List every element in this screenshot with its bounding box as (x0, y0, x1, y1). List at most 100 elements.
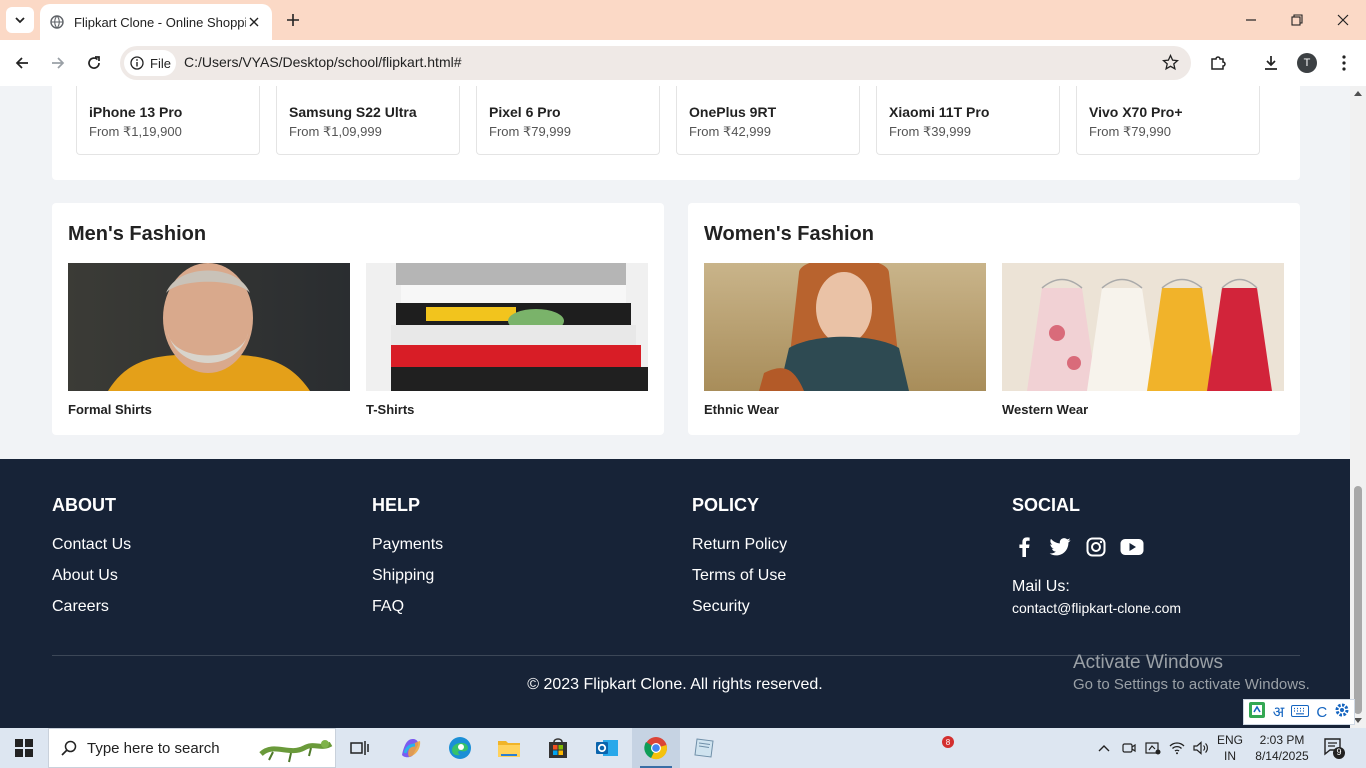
taskbar-app-window[interactable] (681, 728, 729, 768)
back-button[interactable] (8, 49, 36, 77)
footer-link-careers[interactable]: Careers (52, 598, 131, 616)
fashion-item-t-shirts[interactable]: T-Shirts (366, 263, 648, 417)
address-bar[interactable]: File C:/Users/VYAS/Desktop/school/flipka… (120, 46, 1191, 80)
tray-wifi[interactable] (1165, 728, 1189, 768)
task-view-icon (350, 741, 369, 755)
watermark-title: Activate Windows (1073, 652, 1223, 673)
start-button[interactable] (0, 728, 48, 768)
footer-link-payments[interactable]: Payments (372, 536, 443, 554)
product-card[interactable]: Samsung S22 Ultra From ₹1,09,999 (276, 86, 460, 155)
tray-device-manager[interactable] (1141, 728, 1165, 768)
tab-search-button[interactable] (6, 7, 34, 33)
footer-link-terms-of-use[interactable]: Terms of Use (692, 567, 787, 585)
scroll-up-icon[interactable] (1354, 90, 1362, 96)
info-icon (130, 56, 144, 70)
gear-icon[interactable] (1334, 702, 1350, 722)
close-icon (1337, 14, 1349, 26)
footer-about-column: ABOUT Contact Us About Us Careers (52, 495, 131, 629)
taskbar-file-explorer[interactable] (485, 728, 533, 768)
product-card[interactable]: OnePlus 9RT From ₹42,999 (676, 86, 860, 155)
extensions-button[interactable] (1206, 51, 1230, 75)
product-price: From ₹1,19,900 (89, 124, 182, 139)
taskbar-search-box[interactable]: Type here to search (48, 728, 336, 768)
footer-link-security[interactable]: Security (692, 598, 787, 616)
download-icon (1265, 56, 1277, 70)
region-code: IN (1224, 749, 1236, 763)
store-icon (549, 738, 567, 758)
restore-icon (1291, 14, 1303, 26)
profile-avatar[interactable]: T (1297, 53, 1317, 73)
mail-address[interactable]: contact@flipkart-clone.com (1012, 600, 1181, 616)
footer-policy-column: POLICY Return Policy Terms of Use Securi… (692, 495, 787, 629)
tray-volume[interactable] (1189, 728, 1213, 768)
keyboard-icon[interactable] (1291, 704, 1310, 721)
new-tab-button[interactable] (282, 9, 304, 31)
network-status-icon (1145, 742, 1161, 755)
tray-show-hidden-icons[interactable] (1092, 728, 1116, 768)
ime-mode-label[interactable]: C (1316, 704, 1327, 721)
footer-social-column: SOCIAL Mail Us: contact@flipkart-clone.c… (1012, 495, 1181, 616)
browser-toolbar: File C:/Users/VYAS/Desktop/school/flipka… (0, 40, 1366, 86)
footer-heading: SOCIAL (1012, 495, 1081, 515)
taskbar-edge[interactable] (436, 728, 484, 768)
product-card[interactable]: Xiaomi 11T Pro From ₹39,999 (876, 86, 1060, 155)
product-price: From ₹79,999 (489, 124, 571, 139)
hindi-input-label[interactable]: अ (1273, 702, 1284, 722)
google-input-icon[interactable] (1248, 701, 1266, 723)
instagram-icon[interactable] (1084, 536, 1108, 558)
minimize-button[interactable] (1228, 0, 1274, 40)
product-card[interactable]: Pixel 6 Pro From ₹79,999 (476, 86, 660, 155)
twitter-icon[interactable] (1048, 536, 1072, 558)
search-icon (61, 740, 77, 756)
product-card[interactable]: iPhone 13 Pro From ₹1,19,900 (76, 86, 260, 155)
bookmark-star-icon[interactable] (1161, 53, 1180, 76)
youtube-icon[interactable] (1120, 536, 1144, 558)
page-scrollbar[interactable] (1350, 86, 1366, 728)
window-app-icon (694, 738, 714, 758)
scheme-label: File (150, 55, 171, 71)
footer-link-faq[interactable]: FAQ (372, 598, 443, 616)
footer-link-return-policy[interactable]: Return Policy (692, 536, 787, 554)
social-icons-row (1012, 536, 1181, 558)
footer-link-contact-us[interactable]: Contact Us (52, 536, 131, 554)
task-view-button[interactable] (336, 728, 384, 768)
globe-icon (50, 15, 64, 29)
browser-tab[interactable]: Flipkart Clone - Online Shopping (40, 4, 272, 40)
western-wear-image (1002, 263, 1284, 391)
fashion-item-ethnic-wear[interactable]: Ethnic Wear (704, 263, 986, 417)
url-text[interactable]: C:/Users/VYAS/Desktop/school/flipkart.ht… (184, 54, 462, 70)
footer-help-column: HELP Payments Shipping FAQ (372, 495, 443, 629)
facebook-icon[interactable] (1012, 536, 1036, 558)
scroll-down-icon[interactable] (1354, 718, 1362, 724)
taskbar-microsoft-store[interactable] (534, 728, 582, 768)
tab-title: Flipkart Clone - Online Shopping (74, 14, 246, 30)
tab-close-icon[interactable] (246, 14, 262, 30)
downloads-button[interactable] (1259, 51, 1283, 75)
taskbar-chrome[interactable] (632, 728, 680, 768)
product-card[interactable]: Vivo X70 Pro+ From ₹79,990 (1076, 86, 1260, 155)
reload-button[interactable] (80, 49, 108, 77)
scrollbar-thumb[interactable] (1354, 486, 1362, 714)
close-window-button[interactable] (1320, 0, 1366, 40)
fashion-item-formal-shirts[interactable]: Formal Shirts (68, 263, 350, 417)
copilot-icon (402, 739, 421, 758)
ime-language-bar[interactable]: अ C (1243, 699, 1355, 725)
site-info-chip[interactable]: File (124, 50, 176, 76)
footer-link-shipping[interactable]: Shipping (372, 567, 443, 585)
restore-button[interactable] (1274, 0, 1320, 40)
section-title: Men's Fashion (68, 223, 207, 245)
taskbar-copilot[interactable] (387, 728, 435, 768)
taskbar-outlook[interactable] (583, 728, 631, 768)
product-price: From ₹79,990 (1089, 124, 1171, 139)
system-clock[interactable]: 2:03 PM 8/14/2025 (1254, 732, 1310, 764)
action-center-button[interactable]: 9 (1322, 736, 1346, 760)
language-indicator[interactable]: ENG IN (1217, 732, 1243, 764)
tray-meet-now[interactable] (1117, 728, 1141, 768)
t-shirts-image (366, 263, 648, 391)
footer-link-about-us[interactable]: About Us (52, 567, 131, 585)
language-code: ENG (1217, 733, 1244, 747)
chrome-menu-button[interactable] (1332, 51, 1356, 75)
product-name: Pixel 6 Pro (489, 104, 561, 120)
forward-button[interactable] (44, 49, 72, 77)
fashion-item-western-wear[interactable]: Western Wear (1002, 263, 1284, 417)
